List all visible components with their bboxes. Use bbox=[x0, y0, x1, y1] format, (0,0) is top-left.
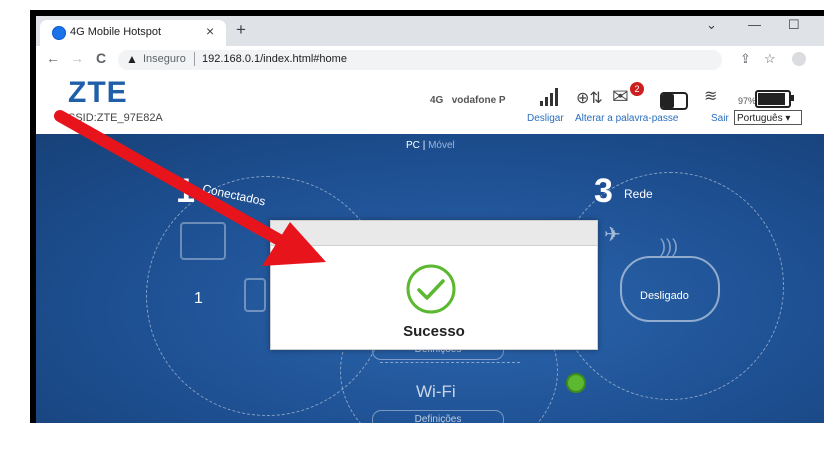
view-mobile-link[interactable]: Móvel bbox=[428, 140, 455, 151]
view-pc-link[interactable]: PC bbox=[406, 140, 420, 151]
wifi-toggle-icon[interactable] bbox=[660, 92, 688, 110]
profile-avatar[interactable] bbox=[792, 52, 806, 66]
paper-plane-icon: ✈ bbox=[604, 224, 621, 246]
ssid-label: SSID:ZTE_97E82A bbox=[68, 112, 163, 124]
close-tab-icon[interactable]: × bbox=[206, 23, 214, 39]
zte-logo: ZTE bbox=[68, 76, 128, 109]
success-check-icon bbox=[406, 264, 456, 314]
security-label[interactable]: Inseguro bbox=[143, 53, 186, 65]
url-text[interactable]: 192.168.0.1/index.html#home bbox=[202, 53, 347, 65]
wifi-title: Wi-Fi bbox=[416, 382, 456, 401]
battery-percent: 97% bbox=[738, 96, 757, 106]
unread-badge: 2 bbox=[630, 82, 644, 96]
connection-status-icon bbox=[566, 373, 586, 393]
network-number: 3 bbox=[594, 172, 613, 210]
address-separator bbox=[194, 52, 195, 66]
battery-icon bbox=[755, 90, 794, 108]
signal-strength-icon bbox=[540, 88, 562, 106]
dialog-header bbox=[271, 221, 597, 246]
view-separator: | bbox=[422, 140, 426, 151]
globe-icon bbox=[52, 26, 66, 40]
network-type: 4G bbox=[430, 95, 444, 106]
logout-link[interactable]: Sair bbox=[711, 113, 729, 124]
share-icon[interactable]: ⇪ bbox=[740, 51, 751, 67]
battery-fill bbox=[758, 93, 785, 105]
language-select[interactable]: Português ▾ bbox=[734, 110, 802, 125]
warning-icon[interactable]: ▲ bbox=[126, 52, 138, 66]
wifi-icon: ≋ bbox=[704, 88, 718, 105]
browser-tab[interactable]: 4G Mobile Hotspot × bbox=[40, 20, 226, 46]
cloud-icon bbox=[620, 256, 720, 322]
signal-waves-icon: ))) bbox=[660, 236, 678, 256]
monitor-icon bbox=[180, 222, 226, 260]
new-tab-button[interactable]: + bbox=[236, 20, 246, 40]
connected-count: 1 bbox=[176, 172, 195, 210]
network-status-text: Desligado bbox=[640, 290, 689, 302]
network-status: 4G vodafone P bbox=[430, 95, 506, 106]
back-button[interactable]: ← bbox=[46, 50, 60, 66]
success-dialog: Sucesso bbox=[270, 220, 598, 350]
success-message: Sucesso bbox=[403, 323, 465, 340]
message-icon[interactable]: ✉ bbox=[612, 84, 629, 109]
tab-title: 4G Mobile Hotspot bbox=[70, 26, 162, 38]
device-count: 1 bbox=[194, 290, 203, 307]
globe-data-icon: ⊕⇅ bbox=[576, 90, 603, 107]
maximize-button[interactable]: ☐ bbox=[788, 17, 800, 33]
bookmark-star-icon[interactable]: ☆ bbox=[764, 51, 776, 67]
view-toggle: PC | Móvel bbox=[406, 140, 455, 151]
settings-button-wifi[interactable]: Definições bbox=[372, 410, 504, 430]
network-label: Rede bbox=[624, 187, 653, 201]
disconnect-link[interactable]: Desligar bbox=[527, 113, 564, 124]
tab-search-icon[interactable]: ⌄ bbox=[706, 17, 717, 33]
tablet-icon bbox=[244, 278, 266, 312]
wifi-divider bbox=[380, 362, 520, 363]
operator-name: vodafone P bbox=[451, 95, 506, 106]
minimize-button[interactable]: — bbox=[748, 17, 761, 32]
change-password-link[interactable]: Alterar a palavra-passe bbox=[575, 113, 678, 124]
forward-button[interactable]: → bbox=[70, 50, 84, 66]
reload-button[interactable]: C bbox=[96, 50, 106, 66]
